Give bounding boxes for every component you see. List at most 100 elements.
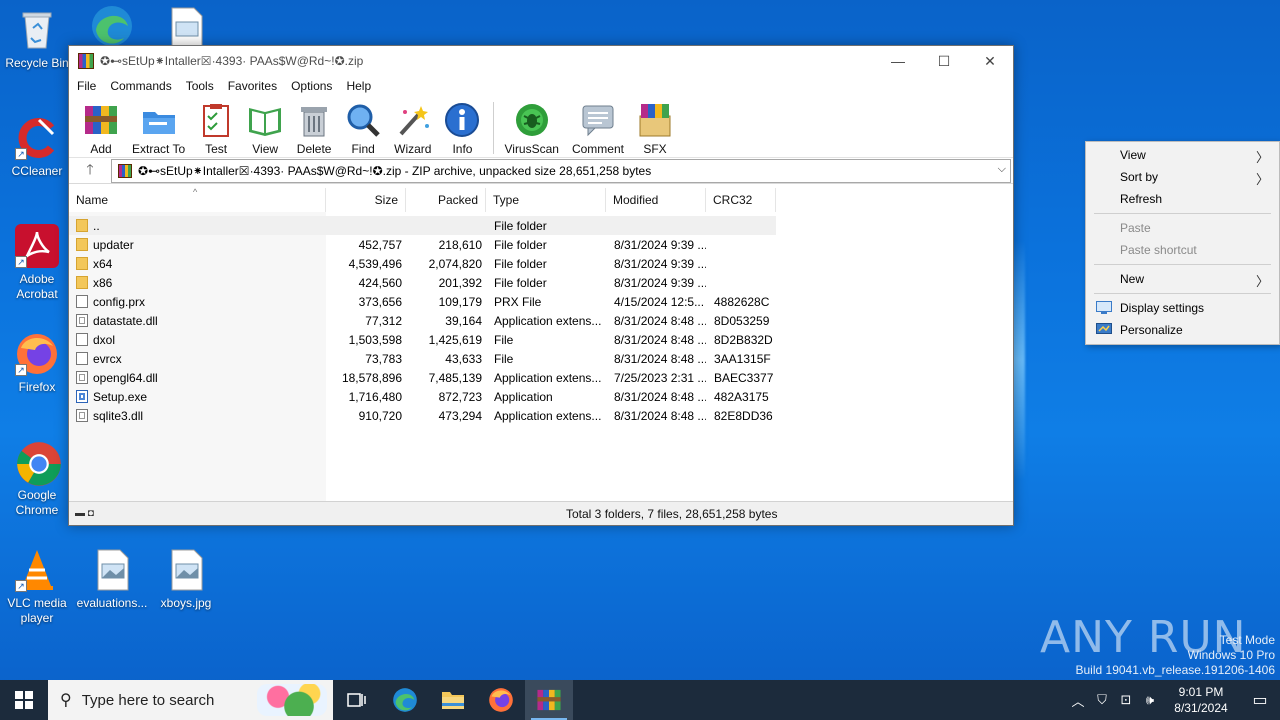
file-row[interactable]: sqlite3.dll 910,720 473,294 Application ext… bbox=[69, 406, 776, 425]
view-button[interactable]: View bbox=[247, 96, 283, 156]
info-button[interactable]: Info bbox=[444, 96, 480, 156]
file-row[interactable]: updater 452,757 218,610 File folder 8/31/202… bbox=[69, 235, 776, 254]
title-bar[interactable]: ✪⊷sEtUp⁕Intaller☒·4393· PAAs$W@Rd~!✪.zip… bbox=[69, 46, 1013, 76]
chevron-up-icon[interactable]: ︿ bbox=[1066, 691, 1090, 710]
column-header-modified[interactable]: Modified bbox=[606, 188, 706, 212]
toolbar: Add Extract To Test View Delete Find Wiz… bbox=[69, 96, 1013, 158]
winrar-window[interactable]: ✪⊷sEtUp⁕Intaller☒·4393· PAAs$W@Rd~!✪.zip… bbox=[68, 45, 1014, 526]
parent-folder-row[interactable]: .. File folder bbox=[69, 216, 776, 235]
file-row[interactable]: opengl64.dll 18,578,896 7,485,139 Applicati… bbox=[69, 368, 776, 387]
file-name-cell: .. bbox=[69, 219, 326, 233]
file-row[interactable]: datastate.dll 77,312 39,164 Application ext… bbox=[69, 311, 776, 330]
folder-icon bbox=[76, 276, 88, 289]
desktop-icon-google-chrome[interactable]: Google Chrome bbox=[0, 440, 74, 518]
file-modified-cell: 8/31/2024 8:48 ... bbox=[614, 351, 706, 366]
desktop-icon-adobe-acrobat[interactable]: ↗ Adobe Acrobat bbox=[0, 224, 74, 302]
exe-file-icon bbox=[76, 390, 88, 403]
up-folder-button[interactable]: 🡑 bbox=[69, 159, 111, 183]
sfx-button[interactable]: SFX bbox=[637, 96, 673, 156]
close-button[interactable]: ✕ bbox=[967, 46, 1013, 76]
context-menu-personalize[interactable]: Personalize bbox=[1086, 319, 1279, 341]
add-button[interactable]: Add bbox=[83, 96, 119, 156]
menu-favorites[interactable]: Favorites bbox=[228, 79, 277, 93]
virusscan-button[interactable]: VirusScan bbox=[504, 96, 559, 156]
start-button[interactable] bbox=[0, 680, 48, 720]
minimize-button[interactable]: — bbox=[875, 46, 921, 76]
virusscan-icon bbox=[514, 102, 550, 138]
menu-tools[interactable]: Tools bbox=[186, 79, 214, 93]
delete-button[interactable]: Delete bbox=[296, 96, 332, 156]
taskbar-firefox[interactable] bbox=[477, 680, 525, 720]
menu-separator bbox=[1094, 264, 1271, 265]
toolbar-separator bbox=[493, 102, 495, 154]
chevron-right-icon: 〉 bbox=[1255, 150, 1269, 165]
desktop-icon-vlc[interactable]: ↗ VLC media player bbox=[0, 548, 74, 626]
drive-icon[interactable]: ▬ ◘ bbox=[75, 508, 113, 519]
file-row[interactable]: evrcx 73,783 43,633 File 8/31/2024 8:48 ... 3… bbox=[69, 349, 776, 368]
find-button[interactable]: Find bbox=[345, 96, 381, 156]
volume-icon[interactable]: 🕪 bbox=[1138, 692, 1162, 708]
test-button[interactable]: Test bbox=[198, 96, 234, 156]
taskbar-edge[interactable] bbox=[381, 680, 429, 720]
column-header-packed[interactable]: Packed bbox=[406, 188, 486, 212]
column-header-type[interactable]: Type bbox=[486, 188, 606, 212]
file-name-cell: config.prx bbox=[69, 295, 326, 309]
taskbar-winrar[interactable] bbox=[525, 680, 573, 720]
chevron-down-icon[interactable]: ⌵ bbox=[998, 163, 1006, 176]
task-view-icon bbox=[347, 693, 366, 707]
column-header-name[interactable]: Name ^ bbox=[69, 187, 326, 212]
file-crc-cell: BAEC3377 bbox=[714, 370, 774, 385]
taskbar-file-explorer[interactable] bbox=[429, 680, 477, 720]
archive-path-field[interactable]: ✪⊷sEtUp⁕Intaller☒·4393· PAAs$W@Rd~!✪.zip… bbox=[111, 158, 1011, 183]
security-icon[interactable]: ⛉ bbox=[1090, 692, 1114, 708]
context-menu-sort-by[interactable]: Sort by 〉 bbox=[1086, 166, 1279, 188]
comment-button[interactable]: Comment bbox=[572, 96, 624, 156]
clock[interactable]: 9:01 PM 8/31/2024 bbox=[1162, 684, 1240, 716]
file-size-cell: 1,503,598 bbox=[348, 332, 402, 347]
file-row[interactable]: config.prx 373,656 109,179 PRX File 4/15/202… bbox=[69, 292, 776, 311]
image-file-icon bbox=[164, 548, 208, 592]
menu-separator bbox=[1094, 213, 1271, 214]
context-menu-display-settings[interactable]: Display settings bbox=[1086, 297, 1279, 319]
menu-options[interactable]: Options bbox=[291, 79, 332, 93]
file-packed-cell: 1,425,619 bbox=[428, 332, 482, 347]
context-menu-new[interactable]: New 〉 bbox=[1086, 268, 1279, 290]
context-menu-refresh[interactable]: Refresh bbox=[1086, 188, 1279, 210]
extract-to-button[interactable]: Extract To bbox=[132, 96, 185, 156]
context-menu-view[interactable]: View 〉 bbox=[1086, 144, 1279, 166]
desktop-icon-firefox[interactable]: ↗ Firefox bbox=[0, 332, 74, 395]
menu-help[interactable]: Help bbox=[346, 79, 371, 93]
folder-icon bbox=[76, 219, 88, 232]
file-packed-cell: 2,074,820 bbox=[428, 256, 482, 271]
column-header-crc32[interactable]: CRC32 bbox=[706, 188, 776, 212]
desktop-context-menu: View 〉 Sort by 〉 Refresh Paste Paste short… bbox=[1085, 141, 1280, 345]
file-row[interactable]: dxol 1,503,598 1,425,619 File 8/31/2024 8:48… bbox=[69, 330, 776, 349]
network-icon[interactable]: ⊡ bbox=[1114, 692, 1138, 708]
maximize-button[interactable]: ☐ bbox=[921, 46, 967, 76]
search-placeholder: Type here to search bbox=[81, 691, 215, 709]
taskbar-search-box[interactable]: ⚲ Type here to search bbox=[48, 680, 333, 720]
menu-file[interactable]: File bbox=[77, 79, 96, 93]
file-row[interactable]: x64 4,539,496 2,074,820 File folder 8/31/202… bbox=[69, 254, 776, 273]
file-list[interactable]: Name ^ Size Packed Type Modified CRC32 ..… bbox=[69, 187, 1013, 501]
file-row[interactable]: x86 424,560 201,392 File folder 8/31/2024 9:… bbox=[69, 273, 776, 292]
file-size-cell: 910,720 bbox=[358, 408, 402, 423]
file-row[interactable]: Setup.exe 1,716,480 872,723 Application 8/31… bbox=[69, 387, 776, 406]
wizard-button[interactable]: Wizard bbox=[394, 96, 431, 156]
task-view-button[interactable] bbox=[333, 680, 381, 720]
desktop-icon-evaluations[interactable]: evaluations... bbox=[75, 548, 149, 611]
desktop-icon-recycle-bin[interactable]: Recycle Bin bbox=[0, 8, 74, 71]
menu-separator bbox=[1094, 293, 1271, 294]
notification-icon[interactable]: ▭ bbox=[1240, 690, 1280, 710]
file-type-cell: Application extens... bbox=[494, 313, 602, 328]
clock-date: 8/31/2024 bbox=[1174, 701, 1228, 715]
edge-icon bbox=[393, 688, 417, 712]
file-modified-cell: 8/31/2024 8:48 ... bbox=[614, 332, 706, 347]
desktop-icon-ccleaner[interactable]: ↗ CCleaner bbox=[0, 116, 74, 179]
menu-commands[interactable]: Commands bbox=[110, 79, 171, 93]
file-packed-cell: 109,179 bbox=[438, 294, 482, 309]
desktop-icon-xboys[interactable]: xboys.jpg bbox=[149, 548, 223, 611]
file-modified-cell: 8/31/2024 9:39 ... bbox=[614, 275, 706, 290]
column-header-size[interactable]: Size bbox=[326, 188, 406, 212]
file-size-cell: 77,312 bbox=[365, 313, 402, 328]
